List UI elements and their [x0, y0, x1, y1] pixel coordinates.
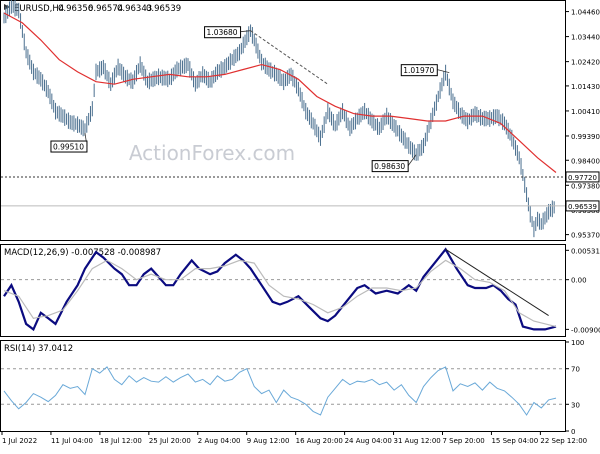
y-tick-label: 1.02420 [571, 59, 600, 67]
y-tick-label: 0 [571, 428, 575, 436]
x-tick-label: 25 Jul 20:00 [149, 437, 191, 445]
y-tick-label: 1.04460 [571, 9, 600, 17]
y-tick-label: 0.98400 [571, 157, 600, 165]
y-tick-label: 0.97380 [571, 182, 600, 190]
y-tick-label: 0.00 [571, 277, 587, 285]
x-tick-label: 18 Jul 12:00 [100, 437, 142, 445]
y-tick-label: 1.00410 [571, 108, 600, 116]
x-tick-label: 22 Sep 12:00 [540, 437, 587, 445]
x-tick-label: 15 Sep 04:00 [491, 437, 538, 445]
rsi-panel-frame [1, 341, 566, 432]
price-panel: ActionForex.com EURUSD,H4 0.96356 0.9657… [1, 0, 600, 240]
rsi-title: RSI(14) 37.0412 [4, 344, 73, 354]
y-tick-label: 70 [571, 366, 580, 374]
y-tick-label: 1.01430 [571, 83, 600, 91]
x-tick-label: 31 Aug 12:00 [394, 437, 441, 445]
x-tick-label: 9 Aug 12:00 [247, 437, 290, 445]
annotation-label: 1.01970 [403, 66, 434, 75]
reference-tag-label: 0.97720 [568, 174, 597, 182]
rsi-panel: RSI(14) 37.0412 100 70 30 0 [1, 339, 585, 436]
x-tick-label: 24 Aug 04:00 [345, 437, 392, 445]
y-tick-label: 0.95370 [571, 232, 600, 240]
forex-chart: ActionForex.com EURUSD,H4 0.96356 0.9657… [0, 0, 600, 450]
time-x-axis: 1 Jul 2022 11 Jul 04:00 18 Jul 12:00 25 Jul… [2, 431, 587, 445]
x-tick-label: 11 Jul 04:00 [51, 437, 93, 445]
y-tick-label: 0.005318 [571, 247, 600, 255]
annotation-label: 1.03680 [207, 28, 238, 37]
macd-y-axis: 0.005318 0.00 -0.009001 [565, 247, 600, 334]
symbol-title: EURUSD,H4 [14, 4, 64, 14]
y-tick-label: -0.009001 [571, 326, 600, 334]
macd-panel: MACD(12,26,9) -0.007528 -0.008987 0.0053… [1, 245, 600, 337]
macd-title: MACD(12,26,9) -0.007528 -0.008987 [4, 248, 161, 258]
current-price-label: 0.96539 [568, 203, 597, 211]
annotation-label: 0.98630 [374, 162, 405, 171]
y-tick-label: 30 [571, 401, 580, 409]
x-tick-label: 16 Aug 20:00 [296, 437, 343, 445]
y-tick-label: 100 [571, 339, 584, 347]
rsi-y-axis: 100 70 30 0 [565, 339, 584, 436]
x-tick-label: 1 Jul 2022 [2, 437, 37, 445]
macd-panel-frame [1, 245, 566, 337]
watermark: ActionForex.com [129, 141, 295, 165]
x-tick-label: 2 Aug 04:00 [198, 437, 241, 445]
y-tick-label: 0.99390 [571, 133, 600, 141]
quote-close: 0.96539 [146, 4, 181, 14]
y-tick-label: 1.03440 [571, 34, 600, 42]
x-tick-label: 7 Sep 20:00 [442, 437, 484, 445]
annotation-label: 0.99510 [53, 143, 84, 152]
